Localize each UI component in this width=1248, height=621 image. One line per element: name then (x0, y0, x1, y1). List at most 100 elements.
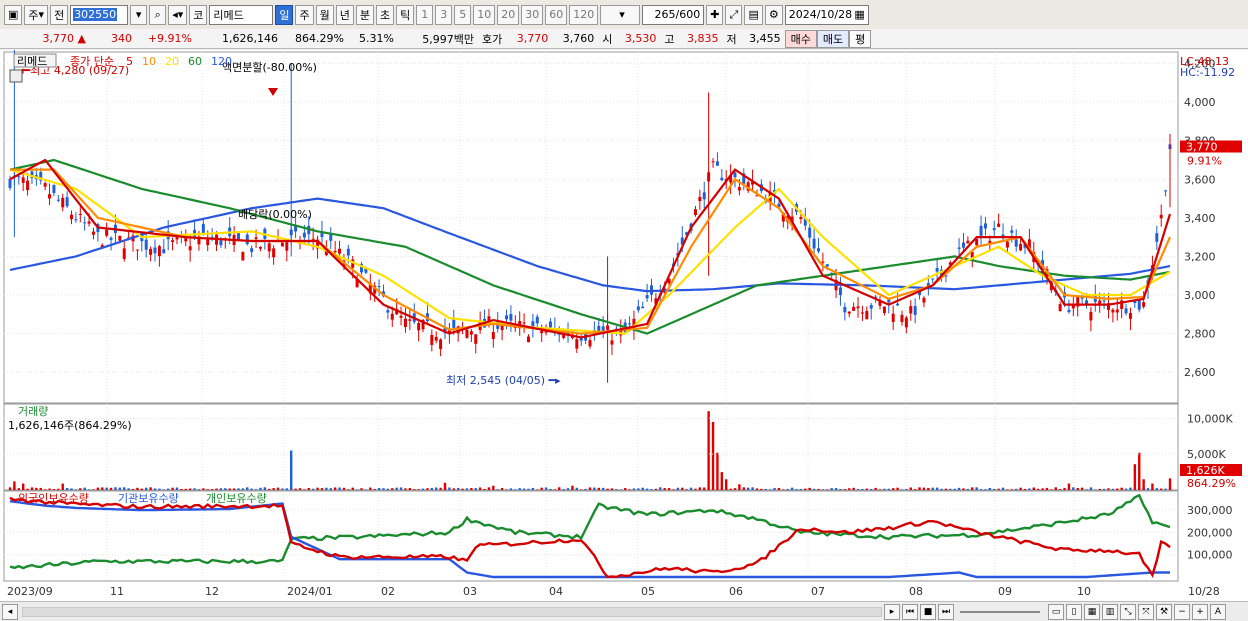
volume-bar (421, 488, 425, 490)
period-second[interactable]: 초 (375, 4, 395, 25)
first-icon[interactable]: ⏮ (902, 603, 918, 620)
chart-area[interactable]: 2,6002,8003,0003,2003,4003,6003,8004,000… (0, 50, 1248, 601)
interval-120[interactable]: 120 (569, 4, 599, 25)
speaker-icon[interactable]: ◂▾ (168, 4, 188, 25)
interval-30[interactable]: 30 (521, 4, 544, 25)
volume-bar (949, 488, 952, 490)
volume-bar (443, 482, 447, 490)
candle-body (913, 306, 917, 315)
holding-tick-label: 100,000 (1187, 549, 1233, 562)
scroll-right-icon[interactable]: ▸ (884, 603, 900, 620)
code-dropdown-icon[interactable]: ▾ (130, 4, 148, 25)
volume-bar (553, 489, 557, 490)
candle-body (188, 246, 192, 251)
volume-bar (852, 487, 855, 490)
volume-bar (694, 488, 697, 490)
candle-body (860, 312, 864, 314)
volume-bar (1058, 489, 1062, 490)
period-minute[interactable]: 분 (355, 4, 374, 25)
buy-button[interactable]: 매수 (784, 29, 817, 48)
volume-bar (746, 487, 750, 490)
stop-icon[interactable]: ■ (920, 603, 936, 620)
layout-icon-4[interactable]: ▥ (1102, 603, 1118, 620)
layout-icon-2[interactable]: ▯ (1066, 603, 1082, 620)
candle-body (474, 334, 478, 344)
date-input[interactable]: 2024/10/28 ▦ (784, 4, 869, 25)
volume-bar (285, 488, 289, 490)
volume-bar (1111, 488, 1115, 490)
volume-bar (483, 488, 486, 490)
interval-20[interactable]: 20 (497, 4, 520, 25)
interval-60[interactable]: 60 (545, 4, 568, 25)
volume-bar (1142, 479, 1145, 490)
period-week[interactable]: 주 (295, 4, 314, 25)
search-icon[interactable]: ⌕ (149, 4, 167, 25)
save-icon[interactable]: ▤ (744, 4, 763, 25)
layout-icon-3[interactable]: ▦ (1084, 603, 1100, 620)
last-icon[interactable]: ⏭ (938, 603, 954, 620)
volume-bar (500, 487, 504, 490)
candle-body (74, 219, 78, 221)
interval-1[interactable]: 1 (416, 4, 434, 25)
candle-body (535, 316, 539, 324)
scrollbar-track[interactable] (22, 606, 882, 617)
candle-body (711, 161, 715, 163)
volume-bar (35, 487, 38, 490)
font-icon[interactable]: A (1210, 603, 1226, 620)
volume-bar (874, 487, 877, 490)
candle-body (931, 278, 935, 280)
stock-name-input[interactable]: 리메드 (209, 4, 274, 25)
period-day[interactable]: 일 (275, 4, 294, 25)
period-year[interactable]: 년 (335, 4, 354, 25)
pan-icon[interactable]: ⤧ (1138, 603, 1154, 620)
volume-bar (74, 489, 78, 490)
market-select[interactable]: 주 ▾ (24, 4, 49, 25)
volume-bar (782, 489, 785, 490)
candle-body (254, 237, 258, 240)
layout-icon-1[interactable]: ▭ (1048, 603, 1064, 620)
interval-custom-select[interactable]: ▾ (600, 4, 641, 25)
interval-5[interactable]: 5 (454, 4, 472, 25)
tool-icon[interactable]: ⚒ (1156, 603, 1172, 620)
candle-body (715, 161, 719, 166)
sell-button[interactable]: 매도 (816, 29, 850, 48)
line-icon[interactable]: ⤡ (1120, 603, 1136, 620)
volume-bar (672, 489, 675, 490)
price-tick-label: 2,800 (1184, 328, 1216, 341)
interval-3[interactable]: 3 (435, 4, 453, 25)
draw-icon[interactable]: ⤢ (725, 4, 743, 25)
calendar-icon[interactable]: ▦ (854, 8, 864, 21)
count-input[interactable]: 265/600 (642, 4, 705, 25)
zoom-out-icon[interactable]: − (1174, 603, 1190, 620)
zoom-slider[interactable] (960, 610, 1040, 613)
volume-bar (1019, 487, 1022, 490)
candle-body (8, 179, 12, 188)
candle-body (280, 242, 284, 247)
candle-body (135, 249, 139, 251)
interval-10[interactable]: 10 (473, 4, 496, 25)
candle-body (983, 223, 987, 229)
zoom-in-icon[interactable]: + (1192, 603, 1208, 620)
avg-button[interactable]: 평 (849, 29, 872, 48)
holding-tick-label: 300,000 (1187, 504, 1233, 517)
candle-body (540, 330, 544, 334)
month-tick-label: 10/28 (1188, 585, 1220, 598)
quote-volume: 1,626,146 (222, 32, 278, 45)
crosshair-icon[interactable]: ✚ (706, 4, 724, 25)
volume-bar (1054, 487, 1057, 490)
volume-bar (188, 488, 192, 490)
volume-bar (1023, 488, 1027, 490)
volume-bar (808, 487, 811, 490)
gear-icon[interactable]: ⚙ (764, 4, 783, 25)
volume-bar (43, 489, 47, 490)
period-tick[interactable]: 틱 (396, 4, 415, 25)
layout-icon[interactable]: ▣ (4, 4, 23, 25)
up-arrow-icon: ▲ (77, 32, 86, 45)
candle-body (56, 199, 60, 201)
volume-bar (487, 487, 491, 490)
period-month[interactable]: 월 (315, 4, 334, 25)
code-input[interactable]: 302550 (70, 4, 129, 25)
prev-button[interactable]: 전 (50, 4, 69, 25)
candle-body (500, 325, 504, 331)
scroll-left-icon[interactable]: ◂ (2, 603, 18, 620)
